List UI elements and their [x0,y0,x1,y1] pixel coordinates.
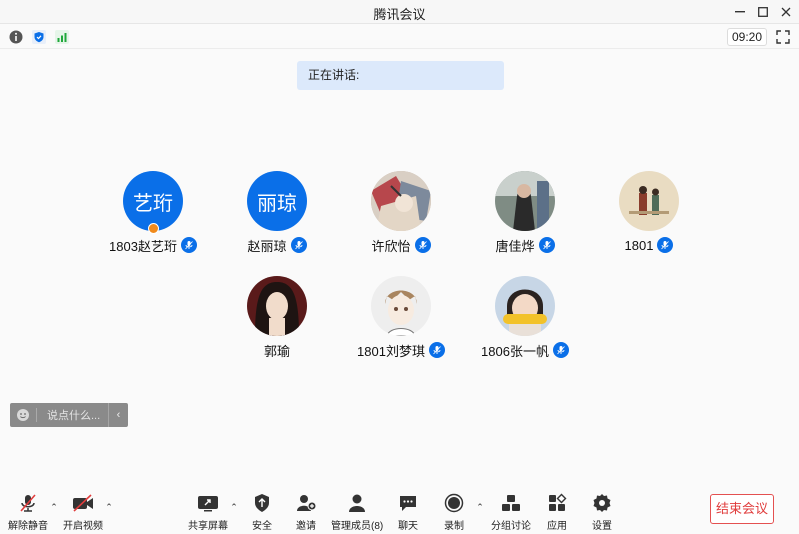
participant-name: 1801 [624,237,654,253]
speaking-indicator: 正在讲话: [297,61,504,90]
chat-quick-input[interactable]: 说点什么... ‹ [10,403,128,427]
info-bar: 09:20 [0,25,799,49]
window-title: 腾讯会议 [373,7,426,22]
apps-button[interactable]: 应用 [545,492,569,532]
avatar: 艺珩 [123,171,183,231]
participant-name: 1806张一帆 [481,343,549,359]
unmute-button[interactable]: 解除静音 [8,492,48,532]
manage-members-label: 管理成员(8) [331,521,384,532]
settings-label: 设置 [592,521,612,532]
network-status-button[interactable] [54,29,70,45]
fullscreen-icon [776,30,790,44]
shield-icon [32,30,46,44]
chat-icon [396,492,420,514]
share-screen-label: 共享屏幕 [188,521,228,532]
manage-members-button[interactable]: 管理成员(8) [331,492,383,532]
participant-name: 1801刘梦琪 [357,343,425,359]
microphone-muted-icon [16,492,40,514]
chat-label: 聊天 [398,521,418,532]
close-icon [781,7,791,17]
chat-placeholder[interactable]: 说点什么... [37,407,108,423]
security-button[interactable]: 安全 [250,492,274,532]
security-status-button[interactable] [31,29,47,45]
participant-tile[interactable]: 艺珩 1803赵艺珩 [93,171,213,261]
microphone-icon [657,237,674,253]
fullscreen-button[interactable] [775,29,791,45]
breakout-button[interactable]: 分组讨论 [491,492,531,532]
share-screen-icon [196,492,220,514]
breakout-rooms-icon [499,492,523,514]
close-button[interactable] [777,3,795,21]
participant-tile[interactable]: 1801 [589,171,709,261]
members-icon [345,492,369,514]
avatar: 丽琼 [247,171,307,231]
invite-label: 邀请 [296,521,316,532]
gear-icon [590,492,614,514]
avatar [247,276,307,336]
microphone-icon [538,237,555,253]
settings-button[interactable]: 设置 [590,492,614,532]
host-badge-icon [148,223,159,234]
start-video-button[interactable]: 开启视频 [63,492,103,532]
emoji-icon[interactable] [10,403,36,427]
record-options-caret[interactable]: ⌃ [475,502,485,512]
participant-tile[interactable]: 郭瑜 [217,276,337,366]
chat-button[interactable]: 聊天 [396,492,420,532]
participant-tile[interactable]: 许欣怡 [341,171,461,261]
participant-name: 许欣怡 [371,238,411,254]
minimize-button[interactable] [731,3,749,21]
microphone-icon [428,342,445,358]
record-label: 录制 [444,521,464,532]
avatar [371,171,431,231]
chevron-left-icon[interactable]: ‹ [108,403,128,427]
record-button[interactable]: 录制 [442,492,466,532]
participant-name: 郭瑜 [263,343,290,359]
share-screen-button[interactable]: 共享屏幕 [188,492,228,532]
unmute-label: 解除静音 [8,521,48,532]
audio-options-caret[interactable]: ⌃ [49,502,59,512]
add-user-icon [294,492,318,514]
participant-name: 赵丽琼 [247,238,287,254]
end-meeting-button[interactable]: 结束会议 [710,494,774,524]
meeting-info-button[interactable] [8,29,24,45]
microphone-icon [552,342,569,358]
avatar [619,171,679,231]
start-video-label: 开启视频 [63,521,103,532]
avatar [495,276,555,336]
signal-icon [55,30,69,44]
participant-name: 1803赵艺珩 [109,238,177,254]
record-icon [442,492,466,514]
microphone-icon [180,237,197,253]
microphone-icon [414,237,431,253]
title-bar: 腾讯会议 [0,0,799,24]
video-options-caret[interactable]: ⌃ [104,502,114,512]
microphone-icon [290,237,307,253]
breakout-label: 分组讨论 [491,521,531,532]
apps-label: 应用 [547,521,567,532]
participant-tile[interactable]: 唐佳烨 [465,171,585,261]
participant-name: 唐佳烨 [495,238,535,254]
shield-icon [250,492,274,514]
bottom-toolbar: 解除静音 ⌃ 开启视频 ⌃ 共享屏幕 ⌃ 安全 邀请 管理成员(8) 聊天 录制… [0,482,799,534]
share-options-caret[interactable]: ⌃ [229,502,239,512]
video-off-icon [71,492,95,514]
participant-tile[interactable]: 丽琼 赵丽琼 [217,171,337,261]
participant-tile[interactable]: 1806张一帆 [465,276,585,366]
maximize-icon [758,7,768,17]
avatar [495,171,555,231]
avatar [371,276,431,336]
invite-button[interactable]: 邀请 [294,492,318,532]
security-label: 安全 [252,521,272,532]
apps-icon [545,492,569,514]
info-icon [9,30,23,44]
participant-tile[interactable]: 1801刘梦琪 [341,276,461,366]
maximize-button[interactable] [754,3,772,21]
minimize-icon [735,11,745,13]
meeting-clock: 09:20 [727,28,767,46]
